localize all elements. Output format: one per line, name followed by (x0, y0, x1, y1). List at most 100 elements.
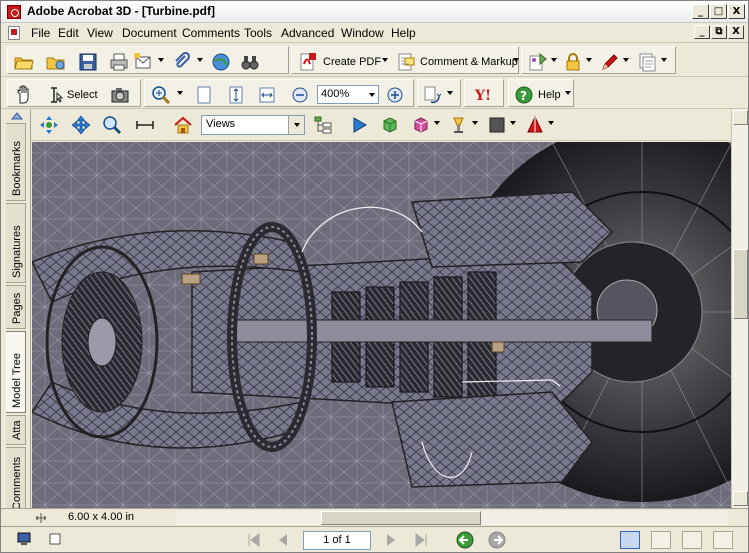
rotate-3d-icon[interactable] (39, 115, 59, 135)
help-dropdown-arrow[interactable] (565, 91, 571, 95)
zoom-in-magnifier-icon[interactable] (151, 85, 171, 105)
horizontal-scrollbar[interactable] (176, 511, 728, 525)
menu-tools[interactable]: Tools (244, 26, 272, 40)
yahoo-search-icon[interactable]: Y! (474, 85, 494, 105)
document-icon[interactable] (8, 26, 20, 40)
doc-restore-button[interactable]: ⧉ (711, 25, 727, 39)
cross-section-dropdown-arrow[interactable] (548, 121, 554, 125)
lighting-dropdown-arrow[interactable] (472, 121, 478, 125)
background-color-icon[interactable] (487, 115, 507, 135)
previous-view-icon[interactable] (455, 531, 475, 549)
sign-dropdown-arrow[interactable] (623, 58, 629, 62)
hand-tool-icon[interactable] (14, 85, 34, 105)
views-select[interactable]: Views (201, 115, 305, 135)
tab-pages[interactable]: Pages (6, 285, 26, 329)
tab-bookmarks[interactable]: Bookmarks (6, 123, 26, 201)
doc-minimize-button[interactable]: _ (694, 25, 710, 39)
secure-lock-icon[interactable] (563, 52, 583, 72)
continuous-layout-button[interactable] (651, 531, 671, 549)
maximize-button[interactable]: □ (710, 4, 727, 19)
close-button[interactable]: X (728, 4, 745, 19)
comment-markup-dropdown-arrow[interactable] (513, 58, 519, 62)
zoom-tool-dropdown-arrow[interactable] (177, 91, 183, 95)
continuous-facing-layout-button[interactable] (713, 531, 733, 549)
send-review-icon[interactable] (528, 52, 548, 72)
sign-pen-icon[interactable] (600, 52, 620, 72)
forms-icon[interactable] (637, 52, 657, 72)
create-pdf-dropdown-arrow[interactable] (382, 58, 388, 62)
monitor-icon[interactable] (17, 532, 31, 546)
render-mode-icon[interactable] (411, 115, 431, 135)
select-tool-label[interactable]: Select (67, 89, 98, 101)
page-icon[interactable] (49, 533, 61, 545)
tab-attachments[interactable]: Atta (6, 415, 26, 445)
model-tree-toggle-icon[interactable] (313, 115, 333, 135)
zoom-level-field[interactable]: 400% (317, 85, 379, 104)
comment-markup-label[interactable]: Comment & Markup (420, 56, 518, 68)
menu-file[interactable]: File (31, 26, 50, 40)
organizer-icon[interactable] (46, 52, 66, 72)
projection-cube-icon[interactable] (380, 115, 400, 135)
measure-tool-icon[interactable] (135, 115, 155, 135)
menu-edit[interactable]: Edit (58, 26, 79, 40)
tab-signatures[interactable]: Signatures (6, 203, 26, 283)
attach-dropdown-arrow[interactable] (197, 58, 203, 62)
home-view-icon[interactable] (173, 115, 193, 135)
zoom-3d-icon[interactable] (102, 115, 122, 135)
create-pdf-icon[interactable] (298, 52, 318, 72)
3d-model-viewport[interactable] (32, 142, 731, 508)
background-color-dropdown-arrow[interactable] (510, 121, 516, 125)
menu-window[interactable]: Window (341, 26, 384, 40)
zoom-in-plus-icon[interactable] (385, 85, 405, 105)
secure-dropdown-arrow[interactable] (586, 58, 592, 62)
fit-page-icon[interactable] (226, 85, 246, 105)
create-pdf-label[interactable]: Create PDF (323, 56, 381, 68)
acrobat-app-icon[interactable] (7, 5, 21, 19)
help-label[interactable]: Help (538, 89, 561, 101)
play-animation-icon[interactable] (349, 115, 369, 135)
snapshot-camera-icon[interactable] (110, 85, 130, 105)
tab-model-tree[interactable]: Model Tree (6, 331, 26, 413)
zoom-level-dropdown-arrow[interactable] (369, 93, 375, 97)
minimize-button[interactable]: _ (692, 4, 709, 19)
comment-markup-icon[interactable] (396, 52, 416, 72)
tab-comments[interactable]: Comments (6, 447, 26, 515)
help-icon[interactable]: ? (514, 85, 534, 105)
scroll-up-button[interactable] (733, 110, 748, 125)
send-review-dropdown-arrow[interactable] (551, 58, 557, 62)
vertical-scroll-thumb[interactable] (733, 249, 748, 319)
menu-view[interactable]: View (87, 26, 113, 40)
actual-size-icon[interactable] (194, 85, 214, 105)
vertical-scrollbar[interactable] (731, 109, 748, 508)
pan-3d-icon[interactable] (71, 115, 91, 135)
doc-close-button[interactable]: X (728, 25, 744, 39)
previous-page-icon[interactable] (273, 531, 293, 549)
pane-toggle-icon[interactable] (11, 111, 23, 121)
page-number-field[interactable]: 1 of 1 (303, 531, 371, 550)
save-icon[interactable] (78, 52, 98, 72)
last-page-icon[interactable] (411, 531, 431, 549)
email-dropdown-arrow[interactable] (158, 58, 164, 62)
rotate-dropdown-arrow[interactable] (447, 91, 453, 95)
views-dropdown-button[interactable] (288, 116, 304, 134)
zoom-out-icon[interactable] (290, 85, 310, 105)
print-icon[interactable] (109, 52, 129, 72)
render-mode-dropdown-arrow[interactable] (434, 121, 440, 125)
single-page-layout-button[interactable] (620, 531, 640, 549)
select-text-cursor-icon[interactable] (44, 85, 64, 105)
forms-dropdown-arrow[interactable] (661, 58, 667, 62)
fit-width-icon[interactable] (257, 85, 277, 105)
attach-paperclip-icon[interactable] (172, 52, 192, 72)
collaborate-globe-icon[interactable] (211, 52, 231, 72)
horizontal-scroll-thumb[interactable] (321, 511, 481, 525)
menu-help[interactable]: Help (391, 26, 416, 40)
cross-section-icon[interactable] (525, 115, 545, 135)
next-page-icon[interactable] (381, 531, 401, 549)
menu-advanced[interactable]: Advanced (281, 26, 334, 40)
scroll-down-button[interactable] (733, 491, 748, 506)
menu-document[interactable]: Document (122, 26, 177, 40)
rotate-view-icon[interactable] (422, 85, 442, 105)
lighting-lamp-icon[interactable] (449, 115, 469, 135)
search-binoculars-icon[interactable] (240, 52, 260, 72)
open-folder-icon[interactable] (14, 52, 34, 72)
